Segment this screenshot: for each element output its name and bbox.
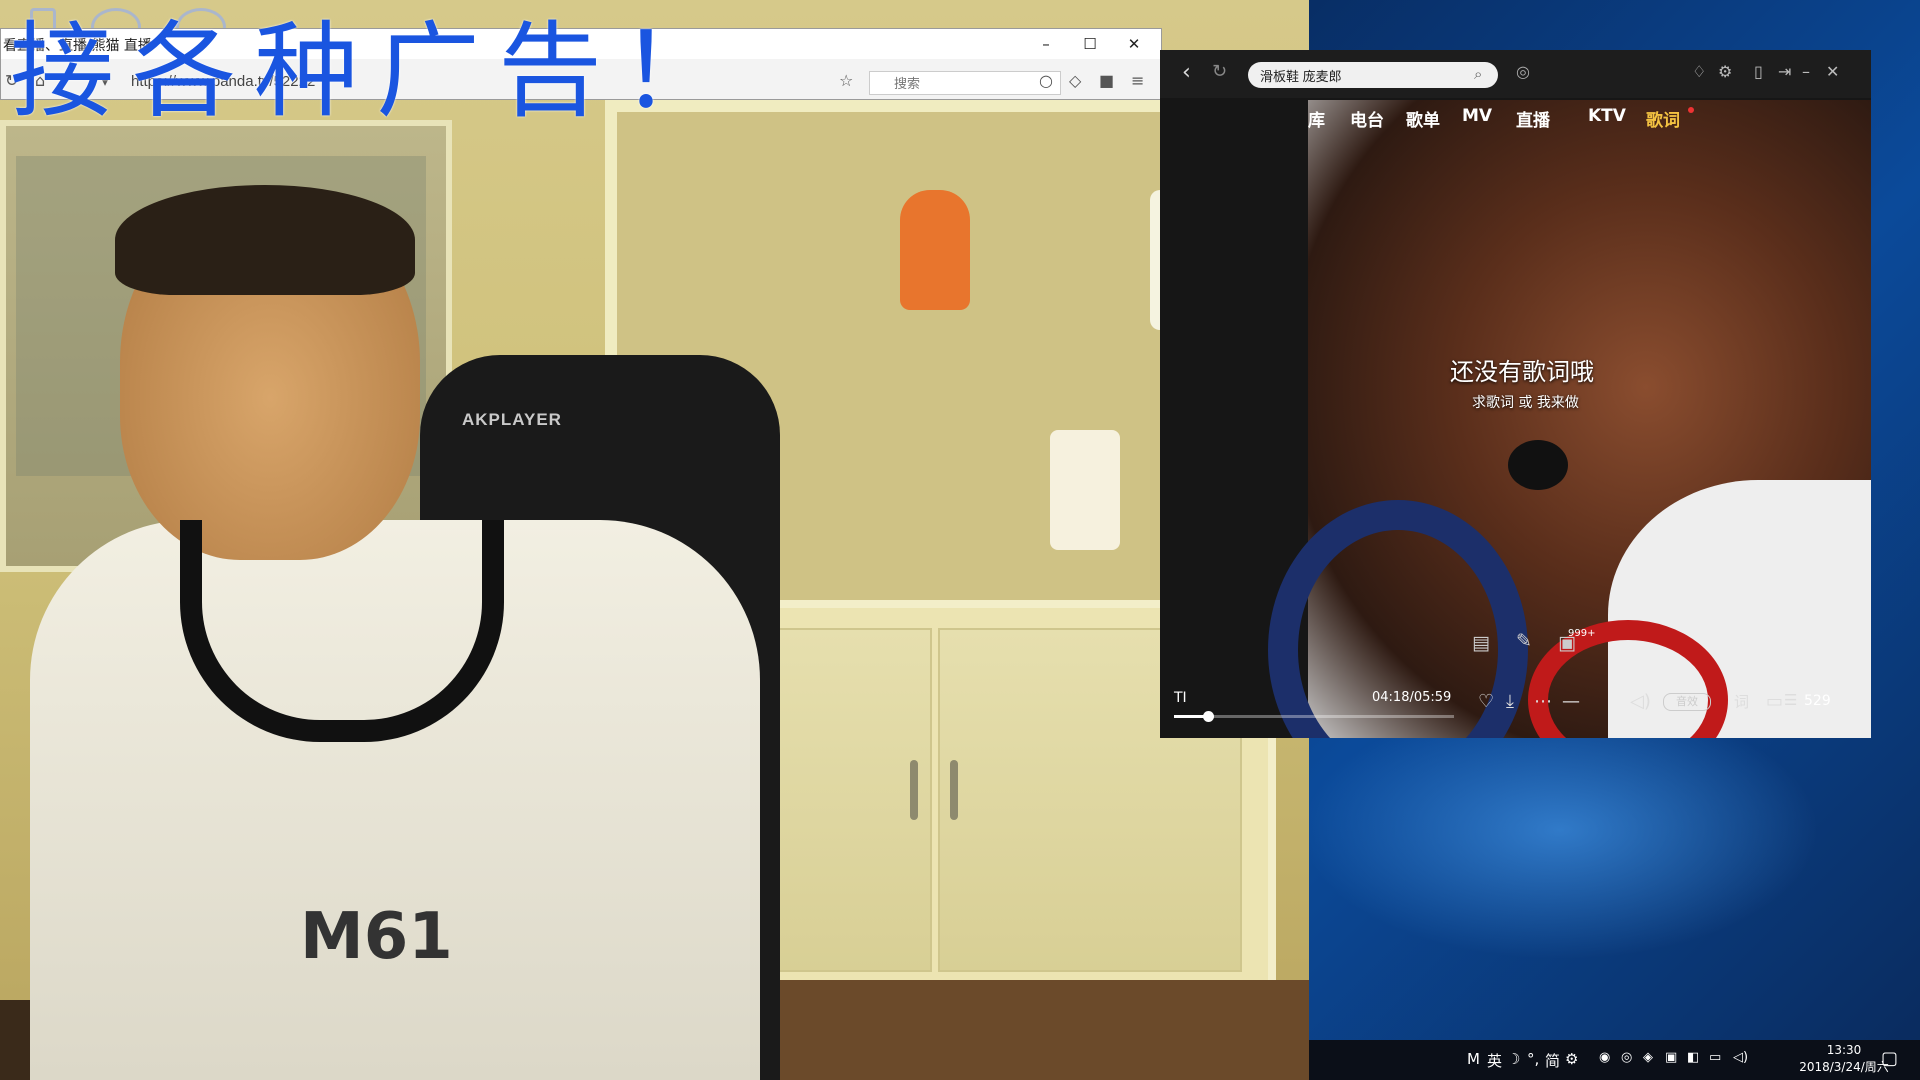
tray-steam-icon[interactable]: ◈ xyxy=(1643,1050,1653,1065)
nav-ktv[interactable]: KTV xyxy=(1588,106,1626,126)
playback-time: 04:18/05:59 xyxy=(1372,690,1452,705)
webcam-feed: AKPLAYER M61 xyxy=(0,0,1309,1080)
ad-overlay-text: 接各种广告！ xyxy=(10,10,743,132)
ime-moon-icon[interactable]: ☽ xyxy=(1507,1050,1520,1068)
playlist-icon[interactable]: ☰ xyxy=(1784,691,1797,709)
ime-punct[interactable]: °, xyxy=(1527,1050,1539,1068)
settings-icon[interactable]: ⚙ xyxy=(1718,62,1732,81)
download-icon[interactable]: ⤓ xyxy=(1506,691,1514,712)
close-icon[interactable]: ✕ xyxy=(1826,62,1839,81)
player-nav: 库 电台 歌单 MV 直播 KTV 歌词 xyxy=(1160,106,1871,142)
lyrics-request-link[interactable]: 求歌词 或 我来做 xyxy=(1472,392,1579,412)
skin-icon[interactable]: ♢ xyxy=(1692,62,1706,81)
browser-search-input[interactable] xyxy=(892,72,1026,94)
favorite-star-icon[interactable]: ☆ xyxy=(839,71,853,90)
extension-icon[interactable]: ◇ xyxy=(1069,71,1081,90)
clock-time: 13:30 xyxy=(1826,1043,1862,1057)
lyrics-empty-message: 还没有歌词哦 xyxy=(1450,358,1594,386)
clock-date: 2018/3/24/周六 xyxy=(1799,1060,1889,1074)
more-icon[interactable]: ⋯ xyxy=(1534,691,1552,712)
minimize-button[interactable]: – xyxy=(1023,31,1069,57)
exit-mode-icon[interactable]: ⇥ xyxy=(1778,62,1791,81)
heart-icon[interactable]: ♡ xyxy=(1478,691,1494,712)
search-icon[interactable]: ⌕ xyxy=(1474,65,1482,83)
tray-qq-icon[interactable]: ▣ xyxy=(1665,1050,1677,1065)
ime-m-icon[interactable]: M xyxy=(1467,1050,1480,1068)
song-title: TI xyxy=(1174,690,1187,706)
tray-display-icon[interactable]: ▭ xyxy=(1709,1050,1721,1065)
lyric-toggle[interactable]: 词 xyxy=(1734,691,1749,712)
music-player-window: ‹ ↻ ⌕ ◎ ♢ ⚙ ▯ ⇥ – ✕ 库 电台 歌单 MV 直播 KTV 歌词… xyxy=(1160,50,1871,738)
back-icon[interactable]: ‹ xyxy=(1182,60,1191,85)
color-extension-icon[interactable]: ■ xyxy=(1099,71,1114,90)
chat-icon[interactable]: ▭ xyxy=(1766,691,1783,712)
maximize-button[interactable]: ☐ xyxy=(1067,31,1113,57)
chair-logo: AKPLAYER xyxy=(462,410,562,429)
browser-search-box[interactable] xyxy=(869,71,1061,95)
progress-handle[interactable] xyxy=(1202,711,1214,722)
ime-simplified[interactable]: 简 xyxy=(1545,1050,1560,1071)
notification-icon[interactable]: ▢ xyxy=(1881,1048,1898,1069)
floor-wood xyxy=(750,980,1309,1080)
close-button[interactable]: ✕ xyxy=(1111,31,1157,57)
nav-library[interactable]: 库 xyxy=(1308,106,1325,131)
ime-english[interactable]: 英 xyxy=(1487,1050,1502,1071)
tray-music-icon[interactable]: ◧ xyxy=(1687,1050,1699,1065)
mini-mode-icon[interactable]: ▯ xyxy=(1754,62,1763,81)
streamer-hair xyxy=(115,185,415,295)
comment-count-badge: 999+ xyxy=(1568,628,1596,639)
volume-icon[interactable]: ◁) xyxy=(1630,691,1651,712)
volume-icon[interactable]: ◁) xyxy=(1733,1050,1748,1065)
nav-mv[interactable]: MV xyxy=(1462,106,1492,126)
nav-playlists[interactable]: 歌单 xyxy=(1406,106,1440,131)
ktv-badge-dot xyxy=(1688,107,1694,113)
player-search-input[interactable] xyxy=(1258,62,1462,88)
playmode-icon[interactable]: — xyxy=(1562,691,1580,712)
playlist-count: 529 xyxy=(1804,693,1831,709)
microphone-icon[interactable]: ✎ xyxy=(1516,630,1532,652)
player-controls xyxy=(1160,678,1871,738)
desktop-background-glow xyxy=(1300,700,1820,960)
player-search-box[interactable]: ⌕ xyxy=(1248,62,1498,88)
progress-bar[interactable] xyxy=(1174,711,1454,722)
toy-figure xyxy=(900,190,970,310)
search-icon[interactable]: ○ xyxy=(1039,71,1053,90)
tray-app-icon[interactable]: ◉ xyxy=(1599,1050,1610,1065)
menu-icon[interactable]: ≡ xyxy=(1131,71,1144,90)
taskbar: M 英 ☽ °, 简 ⚙ ◉ ◎ ◈ ▣ ◧ ▭ ◁) 13:30 2018/3… xyxy=(1309,1040,1920,1080)
film-icon[interactable]: ▤ xyxy=(1472,632,1490,654)
voice-search-icon[interactable]: ◎ xyxy=(1516,62,1530,81)
megaphone xyxy=(1050,430,1120,550)
sound-effect-toggle[interactable]: 音效 xyxy=(1663,693,1711,711)
tray-network-app-icon[interactable]: ◎ xyxy=(1621,1050,1632,1065)
shirt-print: M61 xyxy=(300,900,453,974)
nav-live[interactable]: 直播 xyxy=(1516,106,1550,131)
minimize-icon[interactable]: – xyxy=(1802,62,1810,81)
nav-radio[interactable]: 电台 xyxy=(1350,106,1384,131)
artist-photo xyxy=(1268,100,1871,738)
taskbar-clock[interactable]: 13:30 2018/3/24/周六 xyxy=(1799,1042,1889,1076)
nav-lyrics[interactable]: 歌词 xyxy=(1646,106,1680,131)
refresh-icon[interactable]: ↻ xyxy=(1212,61,1227,82)
ime-settings-icon[interactable]: ⚙ xyxy=(1565,1050,1578,1068)
